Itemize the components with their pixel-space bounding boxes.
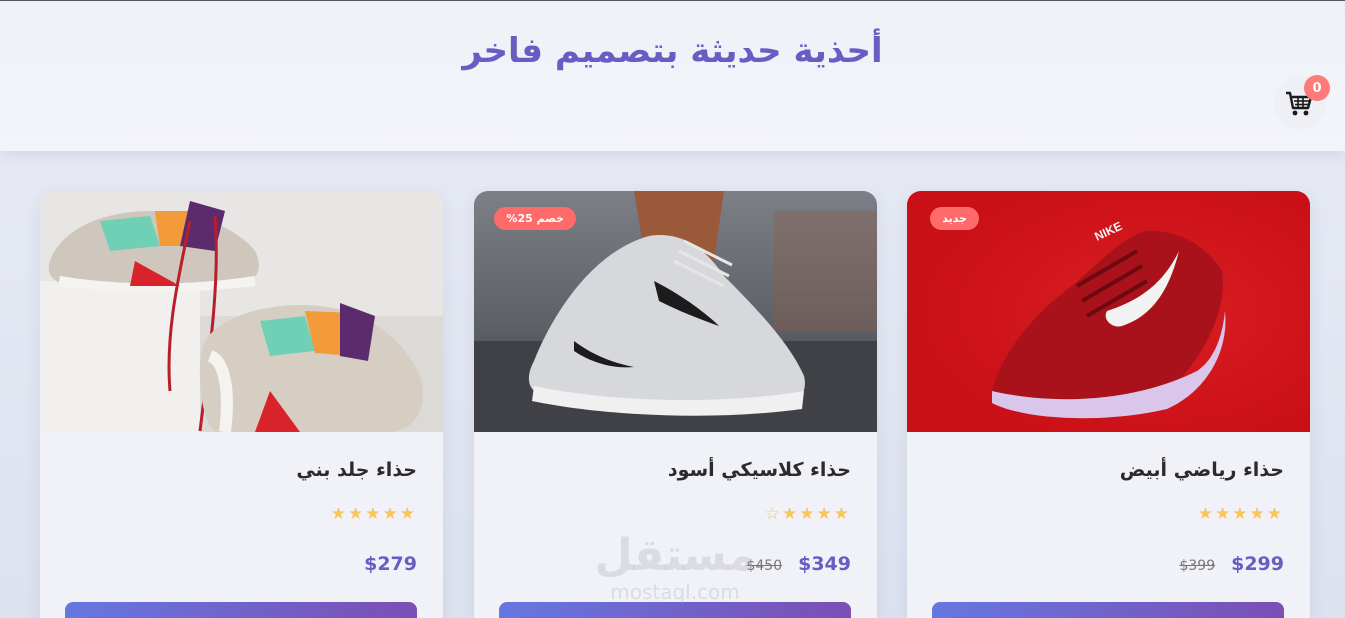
star-rating: ★★★★☆ [764,504,851,524]
product-title: حذاء رياضي أبيض [1119,459,1284,481]
product-title: حذاء جلد بني [296,459,417,481]
product-old-price: $450 [746,558,783,574]
product-card-black-classic[interactable]: خصم 25% حذاء كلاسيكي أسود ★★★★☆ $349 $45… [474,191,877,618]
star-rating: ★★★★★ [1197,504,1284,524]
product-card-brown-leather[interactable]: حذاء جلد بني ★★★★★ $279 [40,191,443,618]
price-row: $299 $399 [1179,553,1284,575]
product-image-red-sneaker: NIKE جديد [907,191,1310,432]
add-to-cart-button[interactable] [65,602,417,618]
product-title: حذاء كلاسيكي أسود [667,459,851,481]
add-to-cart-button[interactable] [499,602,851,618]
add-to-cart-button[interactable] [932,602,1284,618]
product-badge: خصم 25% [494,207,576,230]
product-card-white-sport[interactable]: NIKE جديد حذاء رياضي أبيض ★★★★★ $299 $39… [907,191,1310,618]
cart-count-badge: 0 [1304,75,1330,101]
product-image-grey-sneaker: خصم 25% [474,191,877,432]
product-price: $299 [1231,553,1284,575]
star-rating: ★★★★★ [330,504,417,524]
price-row: $279 [364,553,417,575]
product-price: $349 [798,553,851,575]
product-price: $279 [364,553,417,575]
cart-button[interactable]: 0 [1274,75,1330,129]
product-image-colorful-sneakers [40,191,443,432]
product-old-price: $399 [1179,558,1216,574]
price-row: $349 $450 [746,553,851,575]
product-badge: جديد [930,207,979,230]
page-title: أحذية حديثة بتصميم فاخر [462,31,883,71]
page-header: أحذية حديثة بتصميم فاخر 0 [0,1,1345,151]
